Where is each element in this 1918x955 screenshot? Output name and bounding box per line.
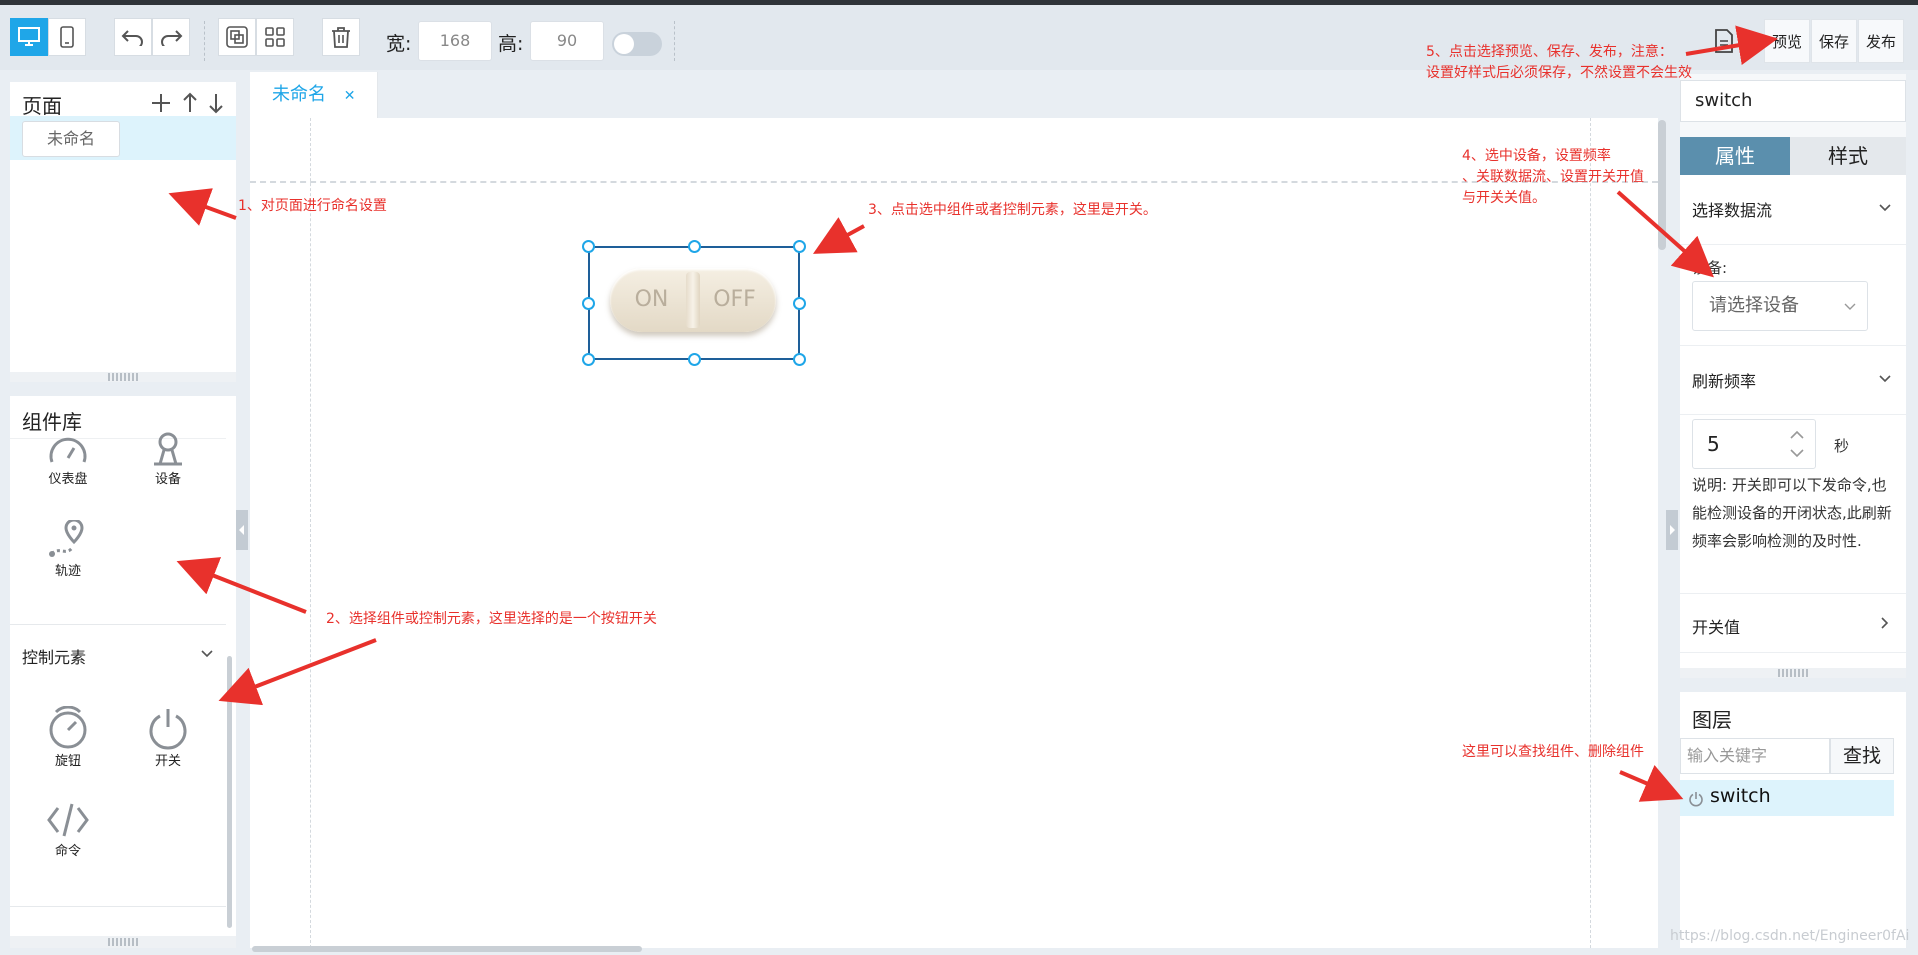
annotation-3: 3、点击选中组件或者控制元素，这里是开关。 — [868, 202, 1157, 218]
annotation-5-line1: 5、点击选择预览、保存、发布，注意： — [1426, 44, 1673, 60]
annotation-1: 1、对页面进行命名设置 — [238, 198, 387, 214]
annotation-arrow-1 — [168, 188, 237, 226]
annotation-arrows — [168, 25, 1778, 802]
annotation-arrow-5 — [1685, 25, 1778, 65]
annotation-arrow-3 — [812, 217, 865, 254]
annotation-arrow-6 — [1619, 765, 1684, 802]
annotation-4-line2: 、关联数据流、设置开关开值 — [1462, 169, 1644, 185]
annotation-arrow-2b — [218, 638, 377, 706]
annotation-5-line2: 设置好样式后必须保存，不然设置不会生效 — [1426, 65, 1692, 81]
annotation-arrow-2a — [176, 557, 307, 614]
annotation-4-line3: 与开关关值。 — [1462, 190, 1546, 206]
annotation-arrow-4 — [1616, 190, 1714, 278]
annotation-2: 2、选择组件或控制元素，这里选择的是一个按钮开关 — [326, 611, 657, 627]
annotation-4-line1: 4、选中设备，设置频率 — [1462, 148, 1611, 164]
watermark: https://blog.csdn.net/Engineer0fAi — [1670, 928, 1910, 944]
app-root: 宽: 168 高: 90 预览 保存 发布 页面 未命名 组件库 仪表盘 设备 … — [0, 0, 1918, 955]
annotation-6: 这里可以查找组件、删除组件 — [1462, 744, 1644, 760]
